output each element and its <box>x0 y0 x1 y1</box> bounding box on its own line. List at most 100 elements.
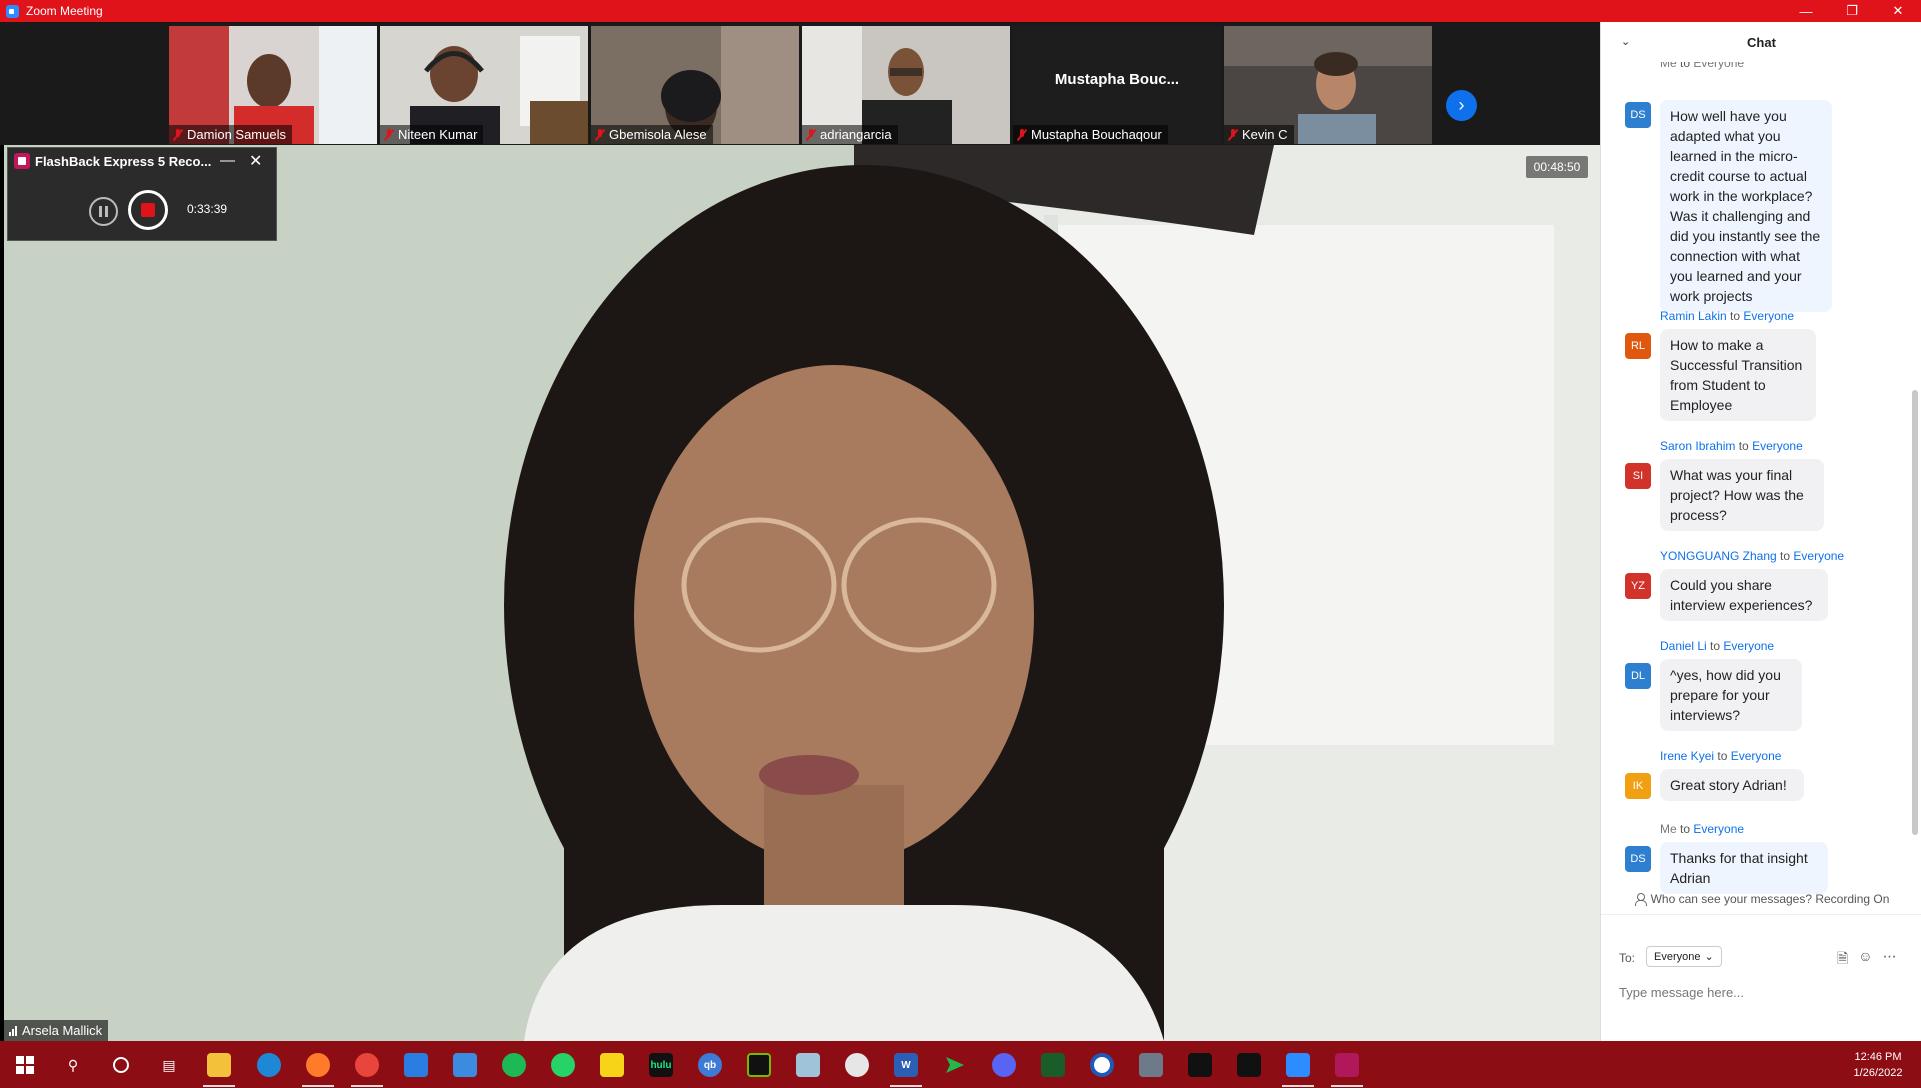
message-bubble: How well have you adapted what you learn… <box>1660 100 1832 312</box>
task-view-icon: ▤ <box>162 1056 176 1073</box>
participant-thumbnail[interactable]: Damion Samuels <box>169 26 377 144</box>
taskbar-app-edge[interactable] <box>253 1049 285 1081</box>
firefox-icon <box>306 1053 330 1077</box>
taskbar-app-word[interactable]: W <box>890 1049 922 1087</box>
taskbar-app-tradingview[interactable] <box>1233 1049 1265 1081</box>
participant-thumbnail[interactable]: Niteen Kumar <box>380 26 588 144</box>
word-icon: W <box>894 1053 918 1077</box>
taskbar-app-paint[interactable] <box>841 1049 873 1081</box>
speaker-video-frame <box>4 145 1600 1041</box>
participant-thumbnail[interactable]: Mustapha Bouc... Mustapha Bouchaqour <box>1013 26 1221 144</box>
flashback-recorder-widget[interactable]: FlashBack Express 5 Reco... — ✕ 0:33:39 <box>7 147 277 241</box>
taskbar-app-firefox[interactable] <box>302 1049 334 1087</box>
mic-muted-icon <box>173 128 183 141</box>
start-button[interactable] <box>9 1049 41 1081</box>
task-view-button[interactable]: ▤ <box>153 1049 185 1081</box>
message-sender-line: Daniel Li to Everyone <box>1660 639 1774 653</box>
taskbar-app-store[interactable] <box>449 1049 481 1081</box>
participant-thumbnail[interactable]: adriangarcia <box>802 26 1010 144</box>
cortana-button[interactable] <box>105 1049 137 1081</box>
taskbar-app-presenter[interactable] <box>1331 1049 1363 1087</box>
mic-muted-icon <box>384 128 394 141</box>
recipient-dropdown[interactable]: Everyone ⌄ <box>1646 946 1722 967</box>
taskbar-app-tidal[interactable] <box>1184 1049 1216 1081</box>
emoji-icon[interactable]: ☺ <box>1858 948 1872 972</box>
taskbar-app-zoom[interactable] <box>1282 1049 1314 1087</box>
flashback-minimize-button[interactable]: — <box>220 152 235 169</box>
active-indicator <box>203 1085 235 1087</box>
close-button[interactable]: ✕ <box>1875 0 1921 22</box>
tidal-icon <box>1188 1053 1212 1077</box>
cortana-icon <box>113 1057 129 1073</box>
chat-header: ⌄ Chat <box>1601 22 1921 62</box>
taskbar-app-file-explorer[interactable] <box>203 1049 235 1087</box>
minimize-button[interactable]: — <box>1783 0 1829 22</box>
active-indicator <box>351 1085 383 1087</box>
pause-recording-button[interactable] <box>89 197 118 226</box>
message-to-word: to <box>1680 822 1691 836</box>
taskbar-app-chrome[interactable] <box>351 1049 383 1087</box>
taskbar-app-qbittorrent[interactable]: qb <box>694 1049 726 1081</box>
mic-muted-icon <box>1017 128 1027 141</box>
notes-icon <box>796 1053 820 1077</box>
taskbar-app-trees[interactable] <box>1037 1049 1069 1081</box>
taskbar-app-sticky-notes[interactable] <box>596 1049 628 1081</box>
taskbar-app-whatsapp[interactable] <box>547 1049 579 1081</box>
search-button[interactable]: ⚲ <box>57 1049 89 1081</box>
zoom-icon <box>1286 1053 1310 1077</box>
participant-name: Kevin C <box>1242 127 1288 142</box>
file-icon[interactable]: 🗎 <box>1837 948 1848 972</box>
mail-icon <box>404 1053 428 1077</box>
participant-thumbnail[interactable]: Kevin C <box>1224 26 1432 144</box>
message-sender-line: YONGGUANG Zhang to Everyone <box>1660 549 1844 563</box>
taskbar-app-calculator[interactable] <box>1135 1049 1167 1081</box>
store-icon <box>453 1053 477 1077</box>
taskbar-app-notes[interactable] <box>792 1049 824 1081</box>
taskbar-app-mail[interactable] <box>400 1049 432 1081</box>
taskbar-app-discord[interactable] <box>988 1049 1020 1081</box>
message-bubble: Thanks for that insight Adrian <box>1660 842 1828 894</box>
active-speaker-video <box>4 145 1600 1041</box>
message-recipient: Everyone <box>1752 439 1803 453</box>
flashback-close-button[interactable]: ✕ <box>249 151 262 171</box>
taskbar-app-nvidia[interactable] <box>743 1049 775 1081</box>
message-input[interactable]: Type message here... <box>1619 985 1744 1000</box>
participant-thumbnail[interactable]: Gbemisola Alese <box>591 26 799 144</box>
active-speaker-name: Arsela Mallick <box>22 1023 103 1038</box>
message-to-word: to <box>1710 639 1721 653</box>
participant-name-label: Mustapha Bouchaqour <box>1013 125 1168 144</box>
stop-icon <box>141 203 155 217</box>
participant-name-label: Damion Samuels <box>169 125 292 144</box>
more-options-icon[interactable]: ⋯ <box>1883 948 1897 972</box>
chat-message-list[interactable]: Me to Everyone DS How well have you adap… <box>1601 62 1911 910</box>
chat-scrollbar[interactable] <box>1912 390 1918 835</box>
avatar: RL <box>1625 333 1651 359</box>
message-to-word: to <box>1738 439 1749 453</box>
gallery-next-button[interactable]: › <box>1446 90 1477 121</box>
taskbar-app-circle[interactable] <box>1086 1049 1118 1081</box>
privacy-notice[interactable]: Who can see your messages? Recording On <box>1601 892 1921 906</box>
message-sender-line: Me to Everyone <box>1660 822 1744 836</box>
message-to-word: to <box>1730 309 1741 323</box>
chevron-down-icon[interactable]: ⌄ <box>1621 35 1630 48</box>
taskbar-app-send[interactable] <box>939 1049 971 1081</box>
message-recipient: Everyone <box>1693 822 1745 836</box>
stop-recording-button[interactable] <box>128 190 168 230</box>
restore-button[interactable]: ❐ <box>1829 0 1875 22</box>
taskbar-app-hulu[interactable]: hulu <box>645 1049 677 1081</box>
avatar: YZ <box>1625 573 1651 599</box>
window-title: Zoom Meeting <box>26 4 103 18</box>
pause-icon <box>99 206 102 217</box>
active-indicator <box>1282 1085 1314 1087</box>
participant-name: adriangarcia <box>820 127 892 142</box>
taskbar-app-spotify[interactable] <box>498 1049 530 1081</box>
mic-muted-icon <box>806 128 816 141</box>
qbittorrent-icon: qb <box>698 1053 722 1077</box>
message-bubble: Could you share interview experiences? <box>1660 569 1828 621</box>
message-recipient: Everyone <box>1730 749 1782 763</box>
system-clock[interactable]: 12:46 PM 1/26/2022 <box>1838 1049 1918 1081</box>
message-sender: YONGGUANG Zhang <box>1660 549 1777 563</box>
participant-name-label: Niteen Kumar <box>380 125 484 144</box>
chat-title: Chat <box>1747 34 1776 50</box>
participant-name: Gbemisola Alese <box>609 127 707 142</box>
